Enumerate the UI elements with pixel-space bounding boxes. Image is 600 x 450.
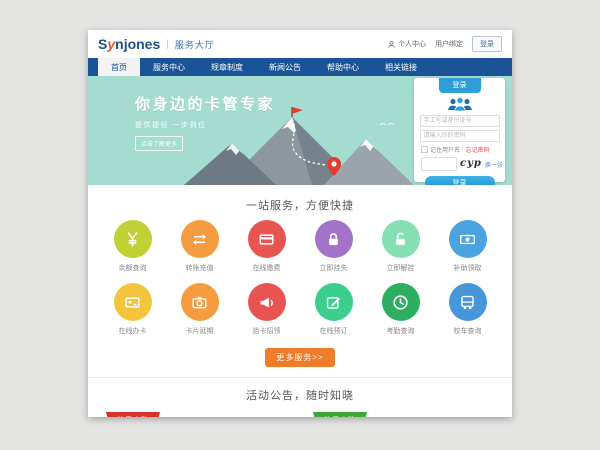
service-school-bus-inquiry[interactable]: 校车查询: [434, 283, 501, 336]
topbar-right: 个人中心 用户绑定 登录: [387, 36, 502, 52]
captcha-input[interactable]: [421, 157, 457, 171]
user-bind-link[interactable]: 用户绑定: [435, 39, 463, 49]
announcements-heading: 活动公告，随时知晓: [88, 387, 512, 403]
person-icon: [387, 40, 396, 49]
services-grid: 余额查询 转账充值 在线缴费 立即挂失 立即解挂 补助领取: [99, 220, 501, 336]
captcha-image[interactable]: cyp: [460, 159, 482, 169]
announcements-section: 活动公告，随时知晓 使用攻略 最新公告 更多>> 使用攻略 更多>>: [88, 377, 512, 417]
users-group-icon: [445, 96, 475, 112]
megaphone-icon: [257, 293, 276, 312]
hero-subtitle: 提供捷径 一步到位: [135, 120, 275, 130]
tab-latest-announcements[interactable]: 最新公告: [170, 417, 198, 418]
forgot-password-link[interactable]: 忘记密码: [466, 145, 490, 154]
nav-item-service-center[interactable]: 服务中心: [140, 58, 198, 76]
login-tab[interactable]: 登录: [439, 78, 481, 93]
new-card-icon: [123, 293, 142, 312]
right-announcement-panel: 使用攻略 更多>>: [305, 414, 502, 417]
nav-item-help-center[interactable]: 帮助中心: [314, 58, 372, 76]
username-input[interactable]: [420, 115, 500, 127]
login-submit-button[interactable]: 登录: [425, 176, 495, 185]
left-announcement-panel: 使用攻略 最新公告 更多>>: [98, 414, 295, 417]
nav-item-regulations[interactable]: 规章制度: [198, 58, 256, 76]
header: Synjones | 服务大厅 个人中心 用户绑定 登录: [88, 30, 512, 58]
password-input[interactable]: [420, 130, 500, 142]
hero-title: 你身边的卡管专家: [135, 93, 275, 114]
logo-text-rest: njones: [115, 36, 160, 52]
service-transfer-recharge[interactable]: 转账充值: [166, 220, 233, 273]
banknote-icon: [458, 230, 477, 249]
service-online-card-apply[interactable]: 在线办卡: [99, 283, 166, 336]
announcement-tab-row: 使用攻略 最新公告 更多>> 使用攻略 更多>>: [88, 414, 512, 417]
personal-center-label: 个人中心: [398, 39, 426, 49]
service-lost-card-claim[interactable]: 拾卡招领: [233, 283, 300, 336]
user-bind-label: 用户绑定: [435, 39, 463, 49]
transfer-arrows-icon: [190, 230, 209, 249]
yen-icon: [123, 230, 142, 249]
more-services-button[interactable]: 更多服务>>: [265, 348, 334, 367]
hero-banner: 你身边的卡管专家 提供捷径 一步到位 点击了解更多 登录: [88, 76, 512, 185]
service-report-loss[interactable]: 立即挂失: [300, 220, 367, 273]
site-name: 服务大厅: [175, 38, 215, 51]
divider: |: [462, 147, 464, 153]
remember-row: 记住用户名 | 忘记密码: [421, 145, 505, 154]
logo-separator: |: [166, 39, 169, 50]
nav-item-links[interactable]: 相关链接: [372, 58, 430, 76]
brand-logo[interactable]: Synjones: [98, 37, 160, 51]
bank-card-icon: [257, 230, 276, 249]
services-heading: 一站服务，方便快捷: [88, 185, 512, 213]
nav-item-home[interactable]: 首页: [98, 58, 140, 76]
remember-checkbox[interactable]: [421, 146, 428, 153]
tab-usage-guide-left[interactable]: 使用攻略: [106, 412, 160, 417]
main-nav: 首页 服务中心 规章制度 新闻公告 帮助中心 相关链接: [88, 58, 512, 76]
bus-icon: [458, 293, 477, 312]
service-cancel-loss[interactable]: 立即解挂: [367, 220, 434, 273]
logo-text: S: [98, 36, 107, 52]
clock-icon: [391, 293, 410, 312]
service-online-payment[interactable]: 在线缴费: [233, 220, 300, 273]
captcha-row: cyp 换一张: [421, 157, 505, 171]
personal-center-link[interactable]: 个人中心: [387, 39, 426, 49]
lock-icon: [324, 230, 343, 249]
nav-item-news[interactable]: 新闻公告: [256, 58, 314, 76]
logo-accent: y: [107, 36, 115, 52]
service-balance-inquiry[interactable]: 余额查询: [99, 220, 166, 273]
topbar-login-button[interactable]: 登录: [472, 36, 502, 52]
service-attendance-inquiry[interactable]: 考勤查询: [367, 283, 434, 336]
remember-label: 记住用户名: [430, 145, 460, 154]
service-card-extension[interactable]: 卡片延期: [166, 283, 233, 336]
hero-more-button[interactable]: 点击了解更多: [135, 136, 183, 151]
unlock-icon: [391, 230, 410, 249]
edit-icon: [324, 293, 343, 312]
hero-copy: 你身边的卡管专家 提供捷径 一步到位 点击了解更多: [135, 93, 275, 151]
login-panel: 登录 记住用户名 | 忘记密码 cyp 换一张 登录: [414, 78, 505, 182]
service-online-booking[interactable]: 在线预订: [300, 283, 367, 336]
camera-icon: [190, 293, 209, 312]
services-section: 一站服务，方便快捷 余额查询 转账充值 在线缴费 立即挂失 立即解挂: [88, 185, 512, 367]
page: Synjones | 服务大厅 个人中心 用户绑定 登录 首页 服务中心 规章制…: [88, 30, 512, 417]
service-subsidy-collection[interactable]: 补助领取: [434, 220, 501, 273]
change-captcha-link[interactable]: 换一张: [485, 160, 503, 169]
tab-usage-guide-right[interactable]: 使用攻略: [313, 412, 367, 417]
